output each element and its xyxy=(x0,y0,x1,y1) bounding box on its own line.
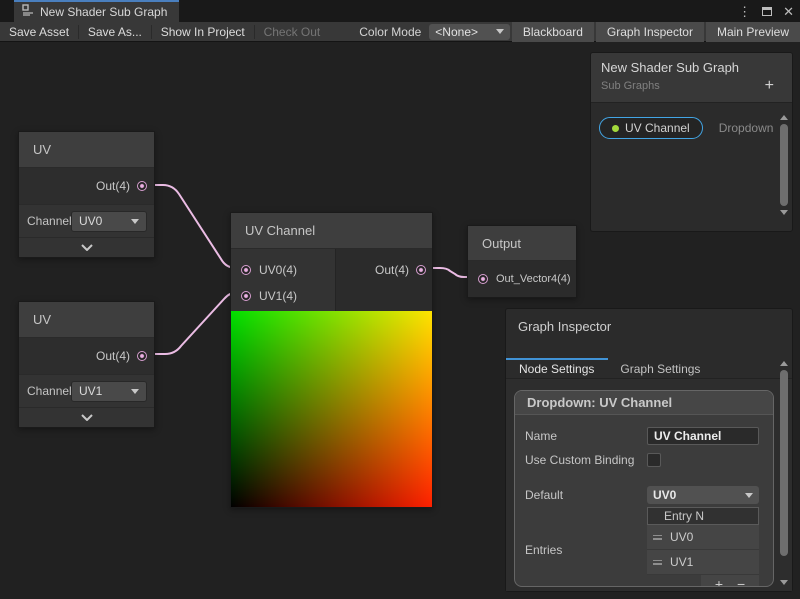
node-uv-channel[interactable]: UV Channel UV0(4) UV1(4) Out(4) xyxy=(230,212,433,508)
default-dropdown[interactable]: UV0 xyxy=(647,486,759,504)
property-type: Dropdown xyxy=(719,121,774,135)
toolbar: Save Asset Save As... Show In Project Ch… xyxy=(0,22,800,42)
node-title[interactable]: UV Channel xyxy=(231,213,432,249)
scroll-down-icon[interactable] xyxy=(780,580,788,585)
tab-bar: New Shader Sub Graph ⋮ ✕ xyxy=(0,0,800,22)
property-name: UV Channel xyxy=(625,121,690,135)
scroll-up-icon[interactable] xyxy=(780,361,788,366)
inspector-title: Graph Inspector xyxy=(506,309,792,334)
scroll-down-icon[interactable] xyxy=(780,210,788,215)
tab-graph-settings[interactable]: Graph Settings xyxy=(607,360,713,378)
property-pill-uv-channel[interactable]: UV Channel xyxy=(599,117,703,139)
chevron-down-icon xyxy=(131,389,139,394)
inspector-scrollbar[interactable] xyxy=(778,361,789,585)
node-output[interactable]: Output Out_Vector4(4) xyxy=(467,225,577,298)
channel-dropdown[interactable]: UV0 xyxy=(71,211,147,232)
add-entry-button[interactable]: + xyxy=(715,577,723,587)
output-port[interactable] xyxy=(137,351,147,361)
entry-row-uv1[interactable]: UV1 xyxy=(647,550,759,575)
port-label: UV1(4) xyxy=(259,289,297,303)
output-port[interactable] xyxy=(137,181,147,191)
color-mode-label: Color Mode xyxy=(329,25,429,39)
blackboard-panel: New Shader Sub Graph Sub Graphs + UV Cha… xyxy=(590,52,793,232)
tab-node-settings[interactable]: Node Settings xyxy=(506,360,607,378)
drag-handle-icon[interactable] xyxy=(653,535,662,540)
dropdown-settings-box: Dropdown: UV Channel Name UV Channel Use… xyxy=(514,390,774,587)
collapse-button[interactable] xyxy=(19,407,154,427)
remove-entry-button[interactable]: − xyxy=(737,577,745,587)
entry-row-uv0[interactable]: UV0 xyxy=(647,525,759,550)
node-title[interactable]: UV xyxy=(19,132,154,168)
scrollbar-thumb[interactable] xyxy=(780,124,788,206)
shader-graph-icon xyxy=(22,3,34,21)
tab-new-shader-sub-graph[interactable]: New Shader Sub Graph xyxy=(14,0,179,22)
port-label: Out_Vector4(4) xyxy=(496,273,571,285)
port-label: UV0(4) xyxy=(259,263,297,277)
port-label: Out(4) xyxy=(96,179,130,193)
maximize-icon[interactable] xyxy=(762,7,772,16)
name-label: Name xyxy=(525,429,647,443)
name-input[interactable]: UV Channel xyxy=(647,427,759,445)
input-port-uv1[interactable] xyxy=(241,291,251,301)
entries-label: Entries xyxy=(525,543,647,557)
more-icon[interactable]: ⋮ xyxy=(738,5,751,18)
port-label: Out(4) xyxy=(96,349,130,363)
save-asset-button[interactable]: Save Asset xyxy=(0,25,78,39)
graph-inspector-panel: Graph Inspector Node Settings Graph Sett… xyxy=(505,308,793,592)
tab-title: New Shader Sub Graph xyxy=(40,5,167,19)
channel-label: Channel xyxy=(27,384,71,398)
blackboard-title: New Shader Sub Graph xyxy=(601,60,782,75)
blackboard-subtitle: Sub Graphs xyxy=(601,80,765,92)
channel-dropdown[interactable]: UV1 xyxy=(71,381,147,402)
scroll-up-icon[interactable] xyxy=(780,115,788,120)
check-out-button: Check Out xyxy=(255,25,330,39)
color-mode-dropdown[interactable]: <None> xyxy=(429,24,510,40)
node-title[interactable]: Output xyxy=(468,226,576,261)
entries-header: Entry N xyxy=(647,507,759,525)
output-port[interactable] xyxy=(416,265,426,275)
node-uv-1[interactable]: UV Out(4) Channel UV0 xyxy=(18,131,155,258)
chevron-down-icon xyxy=(745,493,753,498)
blackboard-item-row[interactable]: UV Channel Dropdown xyxy=(591,113,792,143)
use-custom-binding-checkbox[interactable] xyxy=(647,453,661,467)
collapse-button[interactable] xyxy=(19,237,154,257)
settings-box-header: Dropdown: UV Channel xyxy=(515,391,773,415)
exposed-dot-icon xyxy=(612,125,619,132)
scrollbar-thumb[interactable] xyxy=(780,370,788,556)
input-port-uv0[interactable] xyxy=(241,265,251,275)
blackboard-toggle-button[interactable]: Blackboard xyxy=(512,22,594,42)
node-title[interactable]: UV xyxy=(19,302,154,338)
show-in-project-button[interactable]: Show In Project xyxy=(152,25,254,39)
node-uv-2[interactable]: UV Out(4) Channel UV1 xyxy=(18,301,155,428)
use-custom-binding-label: Use Custom Binding xyxy=(525,453,647,483)
blackboard-scrollbar[interactable] xyxy=(778,115,789,227)
save-as-button[interactable]: Save As... xyxy=(79,25,151,39)
chevron-down-icon xyxy=(131,219,139,224)
default-label: Default xyxy=(525,488,647,502)
chevron-down-icon xyxy=(496,29,504,34)
chevron-down-icon xyxy=(81,244,93,251)
graph-inspector-toggle-button[interactable]: Graph Inspector xyxy=(596,22,704,42)
input-port-out-vector4[interactable] xyxy=(478,274,488,284)
chevron-down-icon xyxy=(81,414,93,421)
uv-preview xyxy=(231,311,432,507)
port-label: Out(4) xyxy=(375,263,409,277)
close-icon[interactable]: ✕ xyxy=(783,5,794,18)
add-property-button[interactable]: + xyxy=(765,78,782,94)
main-preview-toggle-button[interactable]: Main Preview xyxy=(706,22,800,42)
drag-handle-icon[interactable] xyxy=(653,560,662,565)
channel-label: Channel xyxy=(27,214,71,228)
graph-canvas[interactable]: UV Out(4) Channel UV0 UV Out(4) Channel xyxy=(0,42,800,599)
